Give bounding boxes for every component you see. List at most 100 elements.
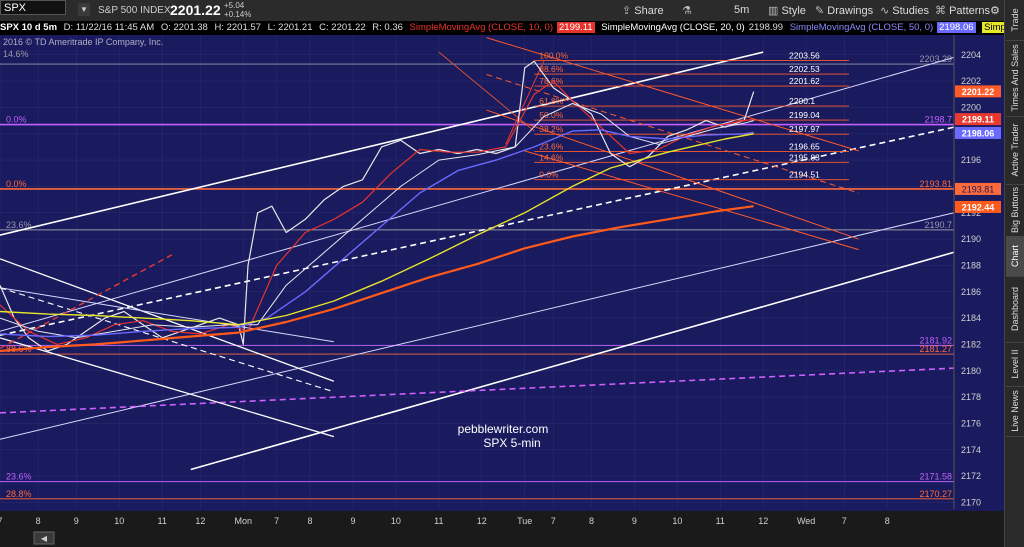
y-tick-label: 2186	[961, 287, 981, 297]
gear-icon[interactable]: ⚙	[990, 4, 1000, 17]
level-percent: 0.0%	[6, 115, 27, 125]
x-tick-label: 8	[885, 516, 890, 526]
drawings-button[interactable]: ✎ Drawings	[815, 4, 873, 17]
sidebar-tab-times-and-sales[interactable]: Times And Sales	[1006, 40, 1024, 117]
flask-icon: ⚗	[682, 5, 692, 17]
top-left-percent: 14.6%	[3, 49, 29, 59]
level-label: 2170.27	[919, 489, 952, 499]
price-chart[interactable]: 2203.292198.70.0%2193.810.0%2190.723.6%2…	[0, 35, 1004, 547]
y-tick-label: 2182	[961, 339, 981, 349]
y-tick-label: 2190	[961, 234, 981, 244]
x-tick-label: 10	[114, 516, 124, 526]
last-price: 2201.22	[170, 2, 221, 18]
price-tag-label: 2199.11	[962, 115, 994, 125]
chart-period: SPX 10 d 5m	[0, 22, 58, 33]
fib-value: 2203.56	[789, 51, 820, 61]
sidebar-tab-level-ii[interactable]: Level II	[1006, 342, 1024, 387]
x-tick-label: 12	[477, 516, 487, 526]
change-value: +5.04	[224, 1, 245, 10]
symbol-input[interactable]: SPX	[0, 0, 66, 15]
fib-percent: 61.8%	[539, 96, 564, 106]
studies-label: Studies	[892, 5, 929, 17]
x-tick-label: 11	[158, 516, 167, 526]
sma20-label: SimpleMovingAvg (CLOSE, 20, 0)	[601, 22, 745, 33]
bar-range: R: 0.36	[372, 22, 403, 33]
sma10-label: SimpleMovingAvg (CLOSE, 10, 0)	[409, 22, 553, 33]
y-tick-label: 2200	[961, 102, 981, 112]
timeframe-button[interactable]: 5m	[734, 4, 749, 16]
sidebar-tab-label: Level II	[1010, 349, 1020, 379]
level-label: 2171.58	[919, 472, 952, 482]
x-tick-label: Mon	[235, 516, 253, 526]
patterns-button[interactable]: ⌘ Patterns	[935, 4, 990, 17]
price-tag-label: 2192.44	[962, 202, 995, 212]
change-percent: +0.14%	[224, 10, 252, 19]
chart-info-bar: SPX 10 d 5m D: 11/22/16 11:45 AM O: 2201…	[0, 21, 1004, 35]
x-tick-label: 10	[672, 516, 682, 526]
y-tick-label: 2202	[961, 76, 981, 86]
symbol-description: S&P 500 INDEX	[98, 5, 171, 16]
price-tag-label: 2201.22	[962, 87, 995, 97]
sma20-value: 2198.99	[748, 22, 784, 33]
fib-value: 2199.04	[789, 110, 820, 120]
x-axis-panel	[0, 511, 1004, 547]
fib-value: 2202.53	[789, 64, 820, 74]
x-tick-label: 7	[0, 516, 3, 526]
fib-value: 2194.51	[789, 170, 820, 180]
sidebar-tab-label: Active Trader	[1010, 123, 1020, 177]
share-icon: ⇪	[622, 5, 635, 17]
y-tick-label: 2204	[961, 50, 981, 60]
chart-toolbar: SPX ▼ S&P 500 INDEX 2201.22 +5.04 +0.14%…	[0, 0, 1004, 22]
x-tick-label: 12	[758, 516, 768, 526]
sidebar-tab-chart[interactable]: Chart	[1006, 236, 1024, 277]
style-button[interactable]: ▥ Style	[768, 4, 806, 17]
studies-icon: ∿	[880, 5, 893, 17]
sidebar-tab-label: Dashboard	[1010, 286, 1020, 332]
fib-percent: 38.2%	[539, 124, 564, 134]
sidebar-tab-live-news[interactable]: Live News	[1006, 386, 1024, 437]
sma50-label: SimpleMovingAvg (CLOSE, 50, 0)	[789, 22, 934, 33]
fib-value: 2197.97	[789, 124, 820, 134]
y-tick-label: 2174	[961, 445, 981, 455]
level-label: 2198.7	[924, 115, 952, 125]
x-tick-label: 7	[274, 516, 279, 526]
x-tick-label: 12	[195, 516, 205, 526]
sidebar-tab-active-trader[interactable]: Active Trader	[1006, 116, 1024, 185]
fib-percent: 14.6%	[539, 152, 564, 162]
price-change: +5.04 +0.14%	[224, 1, 251, 19]
x-tick-label: 11	[716, 516, 725, 526]
x-tick-label: 9	[632, 516, 637, 526]
fib-value: 2200.1	[789, 96, 815, 106]
level-percent: 28.8%	[6, 489, 32, 499]
flask-button[interactable]: ⚗	[682, 4, 692, 17]
x-tick-label: 7	[551, 516, 556, 526]
studies-button[interactable]: ∿ Studies	[880, 4, 929, 17]
bar-low: L: 2201.21	[267, 22, 313, 33]
x-tick-label: Wed	[797, 516, 815, 526]
y-tick-label: 2176	[961, 418, 981, 428]
y-tick-label: 2170	[961, 497, 981, 507]
symbol-dropdown-icon[interactable]: ▼	[78, 3, 90, 16]
sma50-value: 2198.06	[937, 22, 976, 33]
bar-high: H: 2201.57	[214, 22, 261, 33]
more-studies-label: Simple...	[982, 22, 1004, 33]
price-tag-label: 2198.06	[962, 128, 995, 138]
sidebar-tab-label: Live News	[1010, 390, 1020, 432]
x-tick-label: 8	[308, 516, 313, 526]
price-tag-label: 2193.81	[962, 184, 995, 194]
sidebar-tab-label: Big Buttons	[1010, 186, 1020, 234]
sidebar-tab-trade[interactable]: Trade	[1006, 0, 1024, 41]
x-tick-label: 9	[350, 516, 355, 526]
style-icon: ▥	[768, 5, 782, 17]
x-tick-label: 11	[434, 516, 443, 526]
sidebar-tab-big-buttons[interactable]: Big Buttons	[1006, 184, 1024, 237]
fib-value: 2196.65	[789, 142, 820, 152]
share-label: Share	[634, 5, 664, 17]
patterns-icon: ⌘	[935, 5, 950, 17]
sidebar-tab-dashboard[interactable]: Dashboard	[1006, 276, 1024, 343]
right-sidebar: Trade Times And Sales Active Trader Big But…	[1004, 0, 1024, 547]
timeframe-label: 5m	[734, 4, 750, 16]
share-button[interactable]: ⇪ Share	[622, 4, 664, 17]
fib-value: 2201.62	[789, 76, 820, 86]
scroll-left-icon: ◀	[41, 534, 48, 543]
